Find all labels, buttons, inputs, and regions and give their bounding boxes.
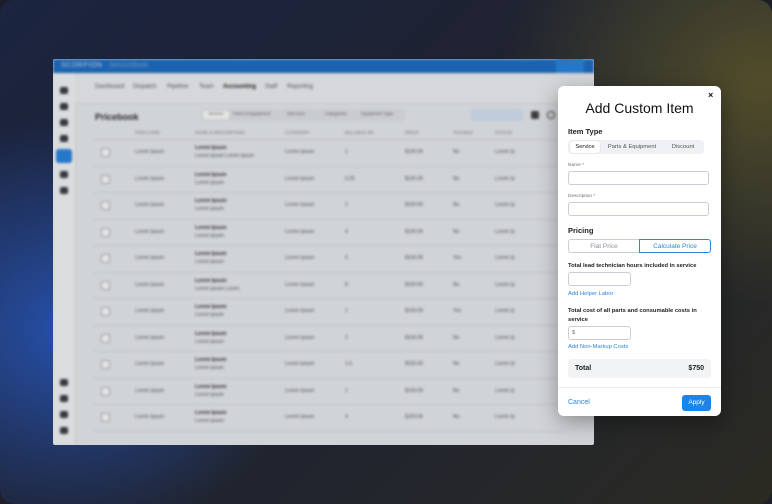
add-custom-item-dialog: × Add Custom Item Item Type Service Part…: [558, 86, 721, 416]
add-helper-labor-link[interactable]: Add Helper Labor: [568, 291, 613, 297]
pricing-toggle: Flat Price Calculate Price: [568, 239, 711, 253]
name-label: Name *: [568, 163, 584, 168]
pricing-label: Pricing: [568, 226, 594, 235]
description-field[interactable]: [568, 202, 709, 216]
backdrop: SCORPION ServiceBook Dashboard Dispatch: [0, 0, 772, 504]
dialog-title: Add Custom Item: [585, 100, 694, 116]
hours-question: Total lead technician hours included in …: [568, 263, 697, 269]
cancel-button[interactable]: Cancel: [568, 399, 590, 406]
item-type-label: Item Type: [568, 127, 603, 136]
costs-input[interactable]: [568, 326, 631, 340]
close-icon[interactable]: ×: [708, 90, 713, 100]
calculate-price-option[interactable]: Calculate Price: [639, 239, 711, 253]
total-row: Total $750: [568, 359, 711, 378]
costs-question: Total cost of all parts and consumable c…: [568, 308, 697, 323]
modal-overlay: [53, 59, 594, 445]
add-non-markup-costs-link[interactable]: Add Non-Markup Costs: [568, 344, 628, 350]
hours-input[interactable]: [568, 272, 631, 286]
item-type-selector: Service Parts & Equipment Discount: [568, 140, 704, 154]
description-label: Description *: [568, 194, 596, 199]
item-type-parts-tab[interactable]: Parts & Equipment: [602, 141, 662, 153]
flat-price-option[interactable]: Flat Price: [568, 239, 639, 253]
apply-button[interactable]: Apply: [682, 395, 711, 411]
item-type-discount-tab[interactable]: Discount: [664, 141, 702, 153]
total-value: $750: [688, 365, 704, 372]
footer-divider: [558, 387, 721, 388]
total-label: Total: [575, 365, 592, 372]
name-field[interactable]: [568, 171, 709, 185]
item-type-service-tab[interactable]: Service: [570, 141, 600, 153]
